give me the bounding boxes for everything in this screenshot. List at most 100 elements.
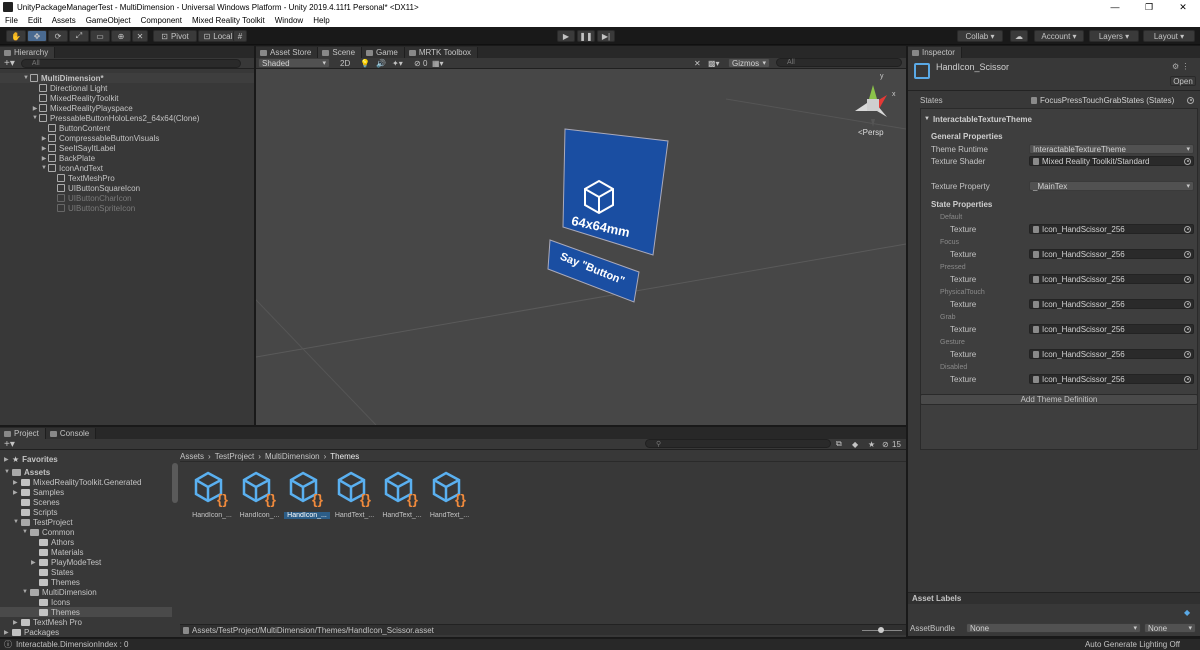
project-tree-item[interactable]: ▶ Samples <box>0 487 172 497</box>
maximize-button[interactable]: ❐ <box>1132 0 1166 14</box>
shader-picker-icon[interactable] <box>1184 157 1191 165</box>
close-button[interactable]: ✕ <box>1166 0 1200 14</box>
hierarchy-item[interactable]: TextMeshPro <box>0 173 254 183</box>
asset-bundle-variant-dropdown[interactable]: None <box>1144 623 1196 633</box>
texture-object-field[interactable]: Icon_HandScissor_256 <box>1029 374 1194 384</box>
filter-type-icon[interactable]: ⧉ <box>836 439 842 449</box>
project-tree-item[interactable]: ▶ MixedRealityToolkit.Generated <box>0 477 172 487</box>
tab-hierarchy[interactable]: Hierarchy <box>0 47 56 58</box>
menu-gameobject[interactable]: GameObject <box>81 16 136 25</box>
project-tree-item[interactable]: ▼ Assets <box>0 467 172 477</box>
hierarchy-item[interactable]: ▼ PressableButtonHoloLens2_64x64(Clone) <box>0 113 254 123</box>
hierarchy-item[interactable]: ▼ MultiDimension* <box>0 73 254 83</box>
play-button[interactable]: ▶ <box>557 30 575 42</box>
foldout-arrow-icon[interactable]: ▶ <box>31 559 39 566</box>
object-picker-icon[interactable] <box>1184 275 1191 283</box>
tab-game[interactable]: Game <box>362 47 405 58</box>
foldout-arrow-icon[interactable]: ▶ <box>13 479 21 486</box>
project-tree-item[interactable]: ▶ PlayModeTest <box>0 557 172 567</box>
menu-assets[interactable]: Assets <box>47 16 81 25</box>
tag-icon[interactable]: ◆ <box>1184 608 1190 617</box>
project-tree-item[interactable]: States <box>0 567 172 577</box>
object-picker-icon[interactable] <box>1184 350 1191 358</box>
hierarchy-item[interactable]: UIButtonSpriteIcon <box>0 203 254 213</box>
foldout-arrow-icon[interactable]: ▼ <box>22 589 30 595</box>
object-picker-icon[interactable] <box>1184 300 1191 308</box>
texture-shader-field[interactable]: Mixed Reality Toolkit/Standard <box>1029 156 1194 166</box>
foldout-arrow-icon[interactable]: ▶ <box>40 155 48 162</box>
foldout-arrow-icon[interactable]: ▼ <box>22 529 30 535</box>
menu-component[interactable]: Component <box>136 16 187 25</box>
foldout-arrow-icon[interactable]: ▶ <box>40 145 48 152</box>
grid-snap-icon[interactable]: # <box>233 30 247 42</box>
object-picker-icon[interactable] <box>1184 225 1191 233</box>
transform-tool-icon[interactable]: ⊕ <box>111 30 131 42</box>
custom-tool-icon[interactable]: ✕ <box>132 30 148 42</box>
hierarchy-item[interactable]: ButtonContent <box>0 123 254 133</box>
hierarchy-item[interactable]: ▶ CompressableButtonVisuals <box>0 133 254 143</box>
texture-object-field[interactable]: Icon_HandScissor_256 <box>1029 324 1194 334</box>
scene-search-input[interactable]: All <box>776 58 902 67</box>
inspector-settings-icon[interactable]: ⚙ ⋮ <box>1172 62 1189 71</box>
add-theme-definition-button[interactable]: Add Theme Definition <box>920 394 1198 405</box>
open-button[interactable]: Open <box>1170 76 1196 86</box>
icon-size-slider-handle[interactable] <box>878 627 884 633</box>
hierarchy-search-input[interactable]: All <box>20 58 241 68</box>
foldout-arrow-icon[interactable]: ▶ <box>4 629 12 636</box>
theme-runtime-dropdown[interactable]: InteractableTextureTheme <box>1029 144 1194 154</box>
scene-orientation-gizmo[interactable] <box>855 85 887 127</box>
scene-view[interactable]: 64x64mm Say "Button" y x <Persp <box>256 69 906 425</box>
hidden-packages-icon[interactable]: ⊘ <box>882 440 889 449</box>
shading-dropdown[interactable]: Shaded <box>258 58 330 68</box>
asset-item[interactable]: {} HandIcon_... <box>189 470 235 519</box>
scale-tool-icon[interactable]: ⤢ <box>69 30 89 42</box>
hand-tool-icon[interactable]: ✋ <box>6 30 26 42</box>
breadcrumb-testproject[interactable]: TestProject <box>215 452 255 461</box>
breadcrumb-themes[interactable]: Themes <box>330 452 359 461</box>
component-header[interactable]: ▼ InteractableTextureTheme <box>924 114 1032 124</box>
project-tree-item[interactable]: Scripts <box>0 507 172 517</box>
camera-icon[interactable]: ▩▾ <box>708 59 720 68</box>
texture-object-field[interactable]: Icon_HandScissor_256 <box>1029 299 1194 309</box>
texture-object-field[interactable]: Icon_HandScissor_256 <box>1029 274 1194 284</box>
minimize-button[interactable]: — <box>1098 0 1132 14</box>
tools-icon[interactable]: ✕ <box>694 59 701 68</box>
object-picker-icon[interactable] <box>1184 250 1191 258</box>
hierarchy-item[interactable]: UIButtonCharIcon <box>0 193 254 203</box>
project-tree-item[interactable]: ▶ Packages <box>0 627 172 637</box>
menu-mixed-reality-toolkit[interactable]: Mixed Reality Toolkit <box>187 16 270 25</box>
menu-window[interactable]: Window <box>270 16 308 25</box>
hierarchy-item[interactable]: ▶ BackPlate <box>0 153 254 163</box>
foldout-arrow-icon[interactable]: ▶ <box>13 489 21 496</box>
status-message[interactable]: Interactable.DimensionIndex : 0 <box>16 640 129 649</box>
tab-console[interactable]: Console <box>45 428 97 439</box>
asset-bundle-dropdown[interactable]: None <box>966 623 1141 633</box>
texture-object-field[interactable]: Icon_HandScissor_256 <box>1029 349 1194 359</box>
menu-file[interactable]: File <box>0 16 23 25</box>
grid-icon[interactable]: ▦▾ <box>432 59 444 68</box>
favorites-star-icon[interactable]: ★ <box>868 440 875 449</box>
asset-item[interactable]: {} HandIcon_... <box>237 470 283 519</box>
foldout-arrow-icon[interactable]: ▶ <box>13 619 21 626</box>
project-search-input[interactable]: ⚲ <box>645 439 831 448</box>
hierarchy-item[interactable]: MixedRealityToolkit <box>0 93 254 103</box>
collab-dropdown[interactable]: Collab ▾ <box>957 30 1003 42</box>
project-tree-item[interactable]: ▼ Common <box>0 527 172 537</box>
rect-tool-icon[interactable]: ▭ <box>90 30 110 42</box>
asset-item[interactable]: {} HandIcon_... <box>284 470 330 519</box>
foldout-arrow-icon[interactable]: ▼ <box>4 469 12 475</box>
project-tree-item[interactable]: Materials <box>0 547 172 557</box>
project-tree-item[interactable]: Icons <box>0 597 172 607</box>
hidden-objects-icon[interactable]: ⊘ <box>414 59 421 68</box>
audio-icon[interactable]: 🔊 <box>376 59 386 68</box>
pivot-toggle[interactable]: ⊡ Pivot <box>153 30 197 42</box>
effects-icon[interactable]: ✦▾ <box>392 59 403 68</box>
tab-asset-store[interactable]: Asset Store <box>256 47 319 58</box>
project-tree-item[interactable]: ▶ ★ Favorites <box>0 454 172 464</box>
foldout-arrow-icon[interactable]: ▶ <box>31 105 39 112</box>
states-picker-icon[interactable] <box>1187 96 1194 104</box>
hierarchy-item[interactable]: ▶ MixedRealityPlayspace <box>0 103 254 113</box>
asset-item[interactable]: {} HandText_... <box>379 470 425 519</box>
asset-item[interactable]: {} HandText_... <box>427 470 473 519</box>
breadcrumb-assets[interactable]: Assets <box>180 452 204 461</box>
